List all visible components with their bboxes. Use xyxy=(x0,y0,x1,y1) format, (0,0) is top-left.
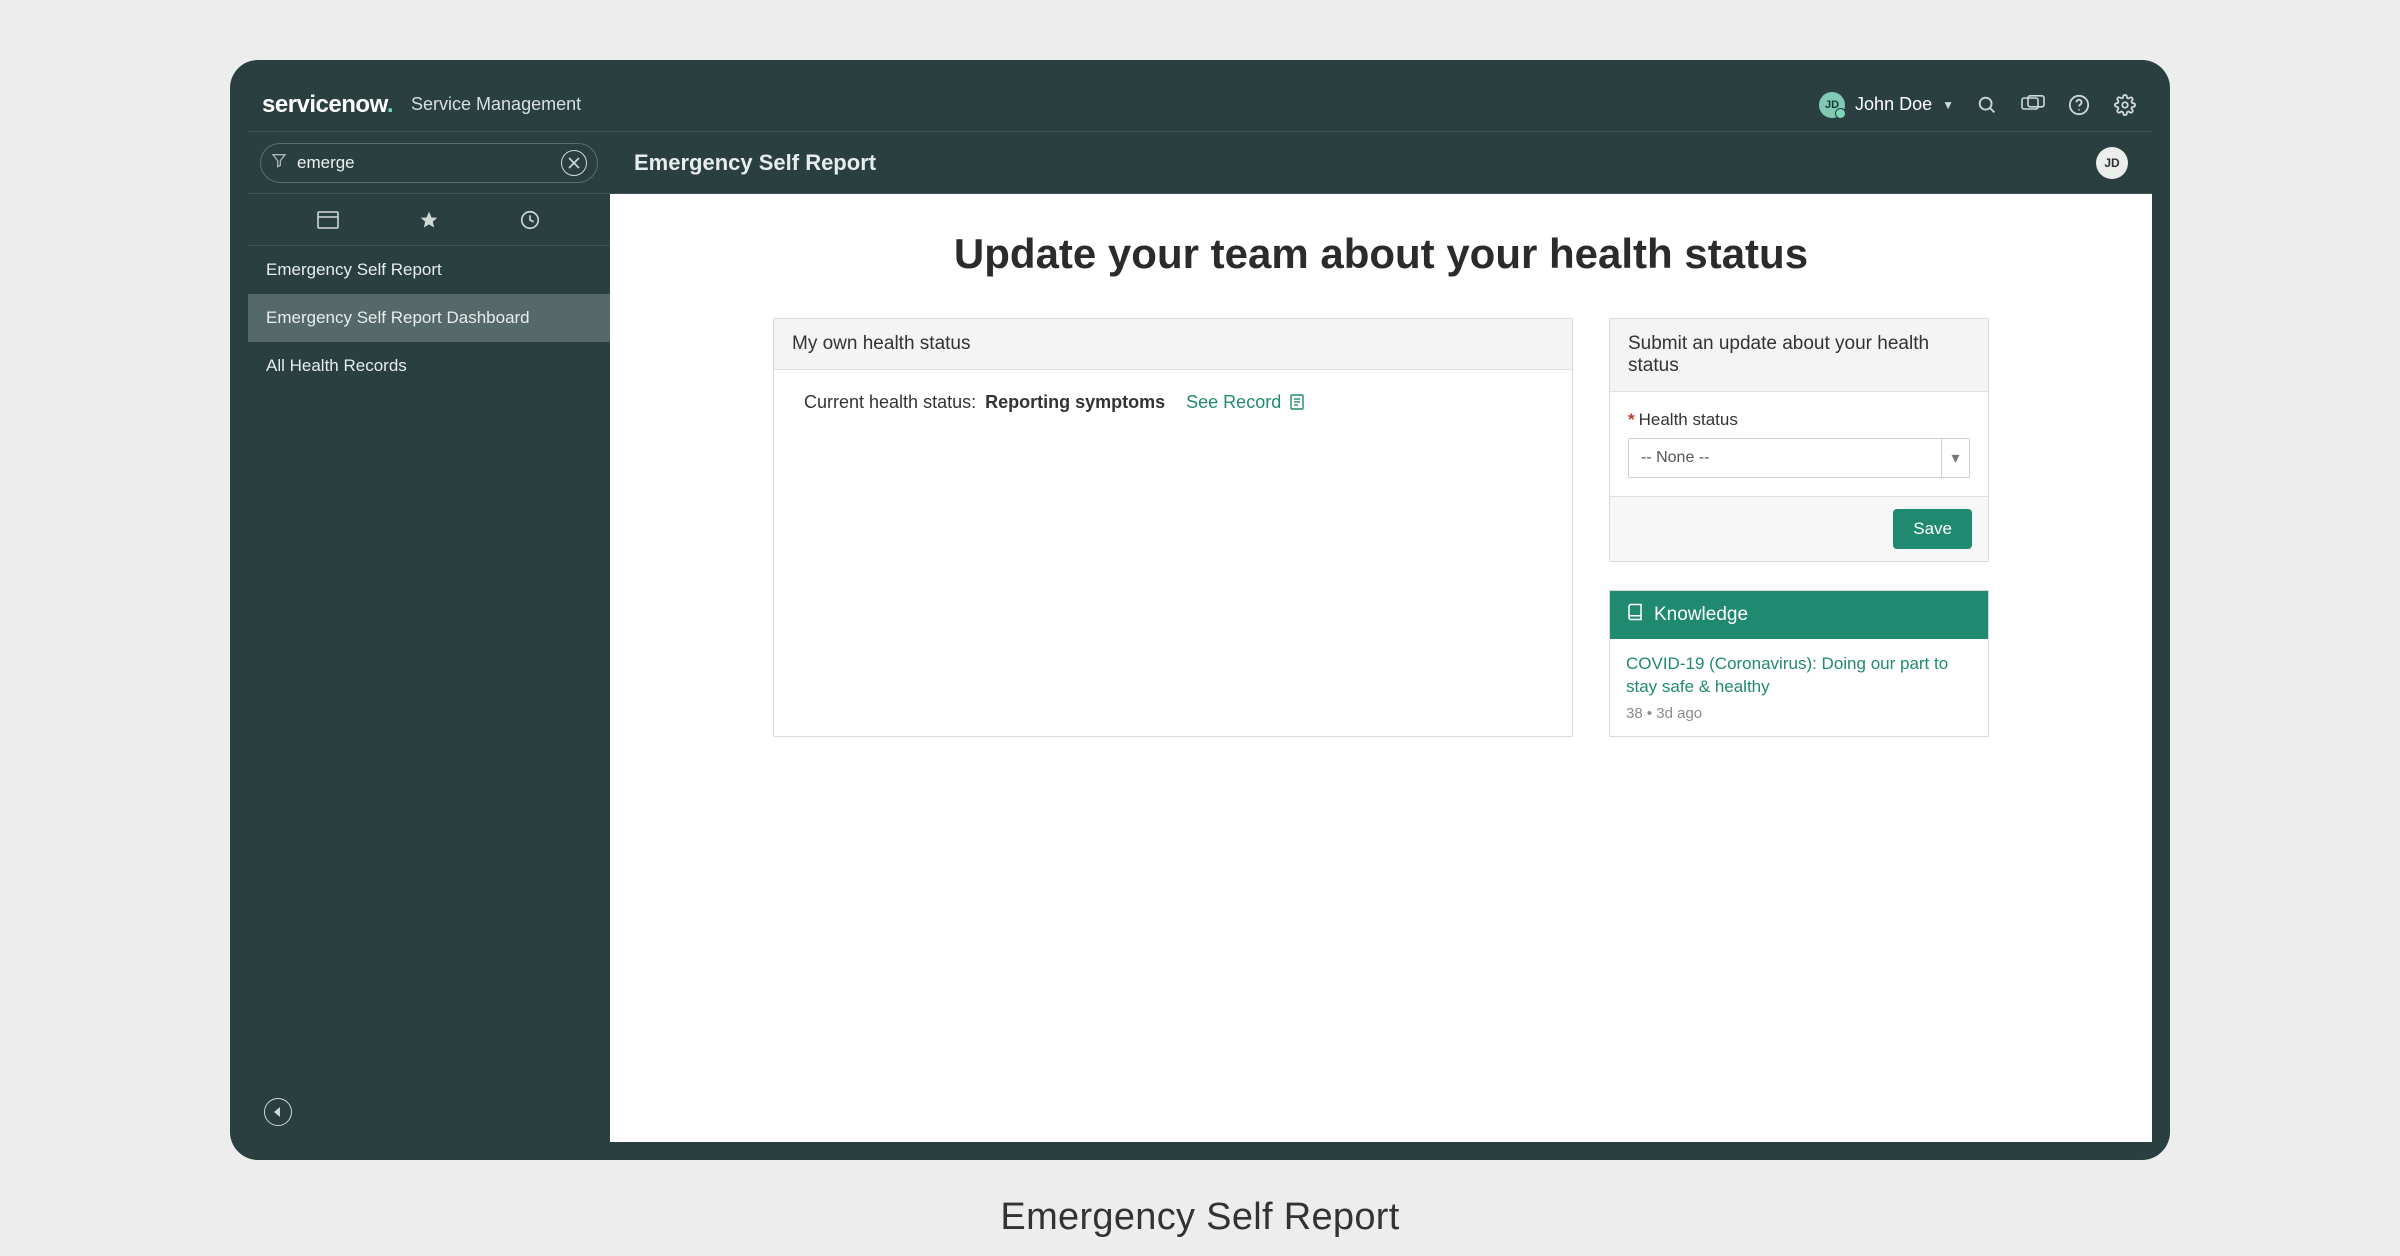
filter-input[interactable] xyxy=(297,153,551,173)
see-record-link[interactable]: See Record xyxy=(1186,392,1304,412)
health-status-label: *Health status xyxy=(1628,410,1970,430)
main-content: Update your team about your health statu… xyxy=(610,194,2152,1142)
filter-pill xyxy=(260,143,598,183)
panel-footer: Save xyxy=(1610,496,1988,561)
logo-period: . xyxy=(387,91,393,118)
main-heading: Update your team about your health statu… xyxy=(658,230,2104,278)
user-name: John Doe xyxy=(1855,94,1932,115)
health-status-select[interactable]: -- None -- ▾ xyxy=(1628,438,1970,478)
knowledge-body: COVID-19 (Coronavirus): Doing our part t… xyxy=(1610,639,1988,736)
favorites-tab-icon[interactable] xyxy=(414,205,444,235)
nav-item-label: Emergency Self Report Dashboard xyxy=(266,308,530,327)
chevron-down-icon: ▼ xyxy=(1942,98,1954,112)
nav-item-emergency-self-report[interactable]: Emergency Self Report xyxy=(248,246,610,294)
knowledge-article-meta: 38 • 3d ago xyxy=(1626,705,1972,722)
knowledge-header: Knowledge xyxy=(1610,591,1988,639)
nav-item-label: Emergency Self Report xyxy=(266,260,442,279)
current-status-label: Current health status: xyxy=(804,392,976,412)
content-columns: My own health status Current health stat… xyxy=(658,318,2104,737)
app-body: Emergency Self Report Emergency Self Rep… xyxy=(248,194,2152,1142)
knowledge-article-link[interactable]: COVID-19 (Coronavirus): Doing our part t… xyxy=(1626,653,1972,699)
collapse-sidebar-button[interactable] xyxy=(264,1098,292,1126)
page-title: Emergency Self Report xyxy=(634,150,876,176)
panel-title: My own health status xyxy=(774,319,1572,370)
book-icon xyxy=(1626,603,1644,627)
panel-body: Current health status: Reporting symptom… xyxy=(774,370,1572,435)
logo: servicenow. xyxy=(262,91,393,119)
sidebar-tabs xyxy=(248,194,610,246)
history-tab-icon[interactable] xyxy=(515,205,545,235)
user-avatar: JD xyxy=(1819,92,1845,118)
header-right: JD John Doe ▼ xyxy=(1819,92,2138,118)
my-health-status-panel: My own health status Current health stat… xyxy=(773,318,1573,737)
panel-body: *Health status -- None -- ▾ xyxy=(1610,392,1988,496)
gear-icon[interactable] xyxy=(2112,92,2138,118)
nav-item-all-health-records[interactable]: All Health Records xyxy=(248,342,610,390)
sub-header: Emergency Self Report JD xyxy=(248,132,2152,194)
knowledge-panel: Knowledge COVID-19 (Coronavirus): Doing … xyxy=(1609,590,1989,737)
sidebar: Emergency Self Report Emergency Self Rep… xyxy=(248,194,610,1142)
logo-text: servicenow xyxy=(262,91,387,118)
clear-filter-button[interactable] xyxy=(561,150,587,176)
filter-navigator xyxy=(248,132,610,193)
submit-update-panel: Submit an update about your health statu… xyxy=(1609,318,1989,562)
chat-icon[interactable] xyxy=(2020,92,2046,118)
user-menu[interactable]: JD John Doe ▼ xyxy=(1819,92,1954,118)
global-header: servicenow. Service Management JD John D… xyxy=(248,78,2152,132)
chevron-down-icon: ▾ xyxy=(1941,439,1969,477)
save-button[interactable]: Save xyxy=(1893,509,1972,549)
nav-item-label: All Health Records xyxy=(266,356,407,375)
see-record-text: See Record xyxy=(1186,392,1281,412)
required-indicator: * xyxy=(1628,410,1635,429)
app-window: servicenow. Service Management JD John D… xyxy=(230,60,2170,1160)
help-icon[interactable] xyxy=(2066,92,2092,118)
figure-caption: Emergency Self Report xyxy=(1000,1196,1399,1239)
select-value: -- None -- xyxy=(1641,449,1709,467)
page-avatar[interactable]: JD xyxy=(2096,147,2128,179)
record-icon xyxy=(1290,394,1304,410)
page-header-bar: Emergency Self Report JD xyxy=(610,132,2152,193)
nav-item-emergency-self-report-dashboard[interactable]: Emergency Self Report Dashboard xyxy=(248,294,610,342)
field-label-text: Health status xyxy=(1639,410,1738,429)
all-apps-tab-icon[interactable] xyxy=(313,205,343,235)
right-column: Submit an update about your health statu… xyxy=(1609,318,1989,737)
product-name: Service Management xyxy=(411,94,581,115)
panel-title: Submit an update about your health statu… xyxy=(1610,319,1988,392)
filter-icon xyxy=(271,152,287,173)
current-status-value: Reporting symptoms xyxy=(985,392,1165,412)
knowledge-title: Knowledge xyxy=(1654,604,1748,626)
search-icon[interactable] xyxy=(1974,92,2000,118)
